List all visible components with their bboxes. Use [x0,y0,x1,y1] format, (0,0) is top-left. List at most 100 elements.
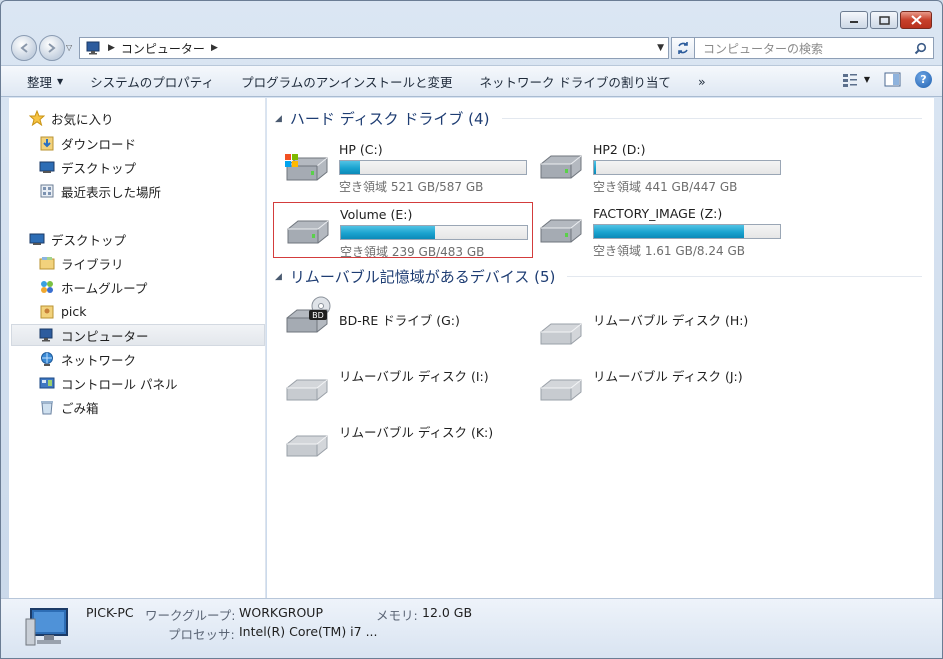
removable-group-title: リムーバブル記憶域があるデバイス (5) [289,268,556,286]
drive-name: リムーバブル ディスク (I:) [339,369,489,384]
removable-drive-item[interactable]: BD BD-RE ドライブ (G:) [273,296,513,352]
explorer-window: ▽ ▶ コンピューター ▶ ▼ コンピューターの検索 整理 ▼ システムのプロパテ… [0,0,943,659]
nav-computer-label: コンピューター [61,328,149,344]
arrow-right-icon [48,43,56,53]
system-properties-label: システムのプロパティ [90,74,215,90]
drive-free-space: 空き領域 521 GB/587 GB [339,180,484,194]
nav-downloads[interactable]: ダウンロード [39,132,136,154]
drive-name: FACTORY_IMAGE (Z:) [593,206,723,221]
memory-label: メモリ: [376,608,418,623]
close-icon [910,15,922,25]
navigation-bar: ▽ ▶ コンピューター ▶ ▼ コンピューターの検索 [9,35,934,61]
organize-label: 整理 [27,74,53,90]
nav-desktop-label: デスクトップ [51,232,127,248]
star-icon [29,110,45,126]
nav-recycle-bin[interactable]: ごみ箱 [39,396,99,418]
desktop-icon [29,233,45,245]
drive-free-space: 空き領域 239 GB/483 GB [340,245,485,259]
map-drive-label: ネットワーク ドライブの割り当て [479,74,671,90]
drive-usage-bar [593,160,781,175]
content-pane: ◢ ハード ディスク ドライブ (4) HP (C:) 空き領域 521 GB/… [267,98,934,598]
removable-disk-icon [540,323,582,345]
removable-group-header[interactable]: ◢ リムーバブル記憶域があるデバイス (5) [275,266,555,287]
hard-drive-icon [540,155,582,179]
drive-name: リムーバブル ディスク (K:) [339,425,494,440]
forward-button[interactable] [39,35,65,61]
removable-drive-item[interactable]: リムーバブル ディスク (H:) [527,308,767,352]
maximize-icon [878,15,890,25]
removable-drive-item[interactable]: リムーバブル ディスク (I:) [273,364,513,408]
system-drive-icon [285,154,328,181]
hard-drive-icon [287,220,329,244]
arrow-left-icon [20,43,28,53]
back-button[interactable] [11,35,37,61]
bd-badge-text: BD [312,311,324,320]
nav-control-panel[interactable]: コントロール パネル [39,372,177,394]
nav-desktop[interactable]: デスクトップ [29,228,126,250]
drive-name: リムーバブル ディスク (J:) [593,369,743,384]
history-dropdown-icon[interactable]: ▽ [66,43,72,52]
help-icon[interactable]: ? [915,71,932,88]
drive-name: Volume (E:) [340,207,413,222]
processor-label: プロセッサ: [168,627,235,642]
drive-item[interactable]: FACTORY_IMAGE (Z:) 空き領域 1.61 GB/8.24 GB [527,202,787,258]
nav-network-label: ネットワーク [61,352,137,368]
refresh-icon [678,42,688,54]
refresh-button[interactable] [671,37,695,59]
minimize-icon [850,21,858,23]
uninstall-program-button[interactable]: プログラムのアンインストールと変更 [233,69,460,93]
nav-user-folder[interactable]: pick [39,300,87,322]
chevron-down-icon: ▼ [863,75,870,84]
collapse-icon[interactable]: ◢ [275,114,282,124]
pc-name: PICK-PC [86,605,134,620]
nav-recent-places[interactable]: 最近表示した場所 [39,180,161,202]
homegroup-icon [41,281,53,293]
nav-homegroup[interactable]: ホームグループ [39,276,147,298]
nav-desktop-favorite[interactable]: デスクトップ [39,156,136,178]
uninstall-label: プログラムのアンインストールと変更 [241,74,453,90]
nav-computer[interactable]: コンピューター [11,324,265,346]
hard-drive-icon [540,219,582,243]
collapse-icon[interactable]: ◢ [275,272,282,282]
navigation-pane: お気に入り ダウンロード デスクトップ 最近表示した場所 デスクトップ ライブラ… [9,98,266,598]
organize-button[interactable]: 整理 ▼ [19,69,71,93]
breadcrumb-separator-icon[interactable]: ▶ [108,43,115,53]
map-network-drive-button[interactable]: ネットワーク ドライブの割り当て [471,69,678,93]
system-properties-button[interactable]: システムのプロパティ [82,69,222,93]
view-icon [842,73,857,87]
removable-disk-icon [286,435,328,457]
nav-homegroup-label: ホームグループ [61,280,148,296]
preview-pane-icon[interactable] [884,72,901,87]
address-bar[interactable]: ▶ コンピューター ▶ ▼ [79,37,669,59]
nav-favorites[interactable]: お気に入り [29,107,114,129]
nav-libraries[interactable]: ライブラリ [39,252,124,274]
hard-disk-group-header[interactable]: ◢ ハード ディスク ドライブ (4) [275,108,489,129]
removable-drive-item[interactable]: リムーバブル ディスク (K:) [273,420,513,464]
nav-recycle-bin-label: ごみ箱 [61,400,99,416]
close-button[interactable] [900,11,932,29]
removable-drive-item[interactable]: リムーバブル ディスク (J:) [527,364,767,408]
drive-free-space: 空き領域 441 GB/447 GB [593,180,738,194]
drive-item[interactable]: HP2 (D:) 空き領域 441 GB/447 GB [527,138,787,194]
breadcrumb-computer[interactable]: コンピューター [121,40,205,57]
computer-icon [86,41,100,55]
search-icon[interactable] [914,42,927,55]
minimize-button[interactable] [840,11,868,29]
recent-places-icon [40,184,54,198]
drive-name: リムーバブル ディスク (H:) [593,313,749,328]
view-options-button[interactable]: ▼ [842,73,870,87]
search-input[interactable]: コンピューターの検索 [694,37,934,59]
group-divider [502,118,922,119]
nav-libraries-label: ライブラリ [61,256,124,272]
drive-usage-fill [341,226,435,239]
more-commands-button[interactable]: » [690,69,714,93]
command-bar: 整理 ▼ システムのプロパティ プログラムのアンインストールと変更 ネットワーク … [1,65,942,97]
drive-item-selected[interactable]: Volume (E:) 空き領域 239 GB/483 GB [273,202,533,259]
maximize-button[interactable] [870,11,898,29]
address-dropdown-icon[interactable]: ▼ [657,43,664,53]
breadcrumb-separator-icon[interactable]: ▶ [211,43,218,53]
drive-item[interactable]: HP (C:) 空き領域 521 GB/587 GB [273,138,533,194]
nav-control-panel-label: コントロール パネル [61,376,178,392]
bd-drive-icon: BD [286,296,331,333]
nav-network[interactable]: ネットワーク [39,348,136,370]
